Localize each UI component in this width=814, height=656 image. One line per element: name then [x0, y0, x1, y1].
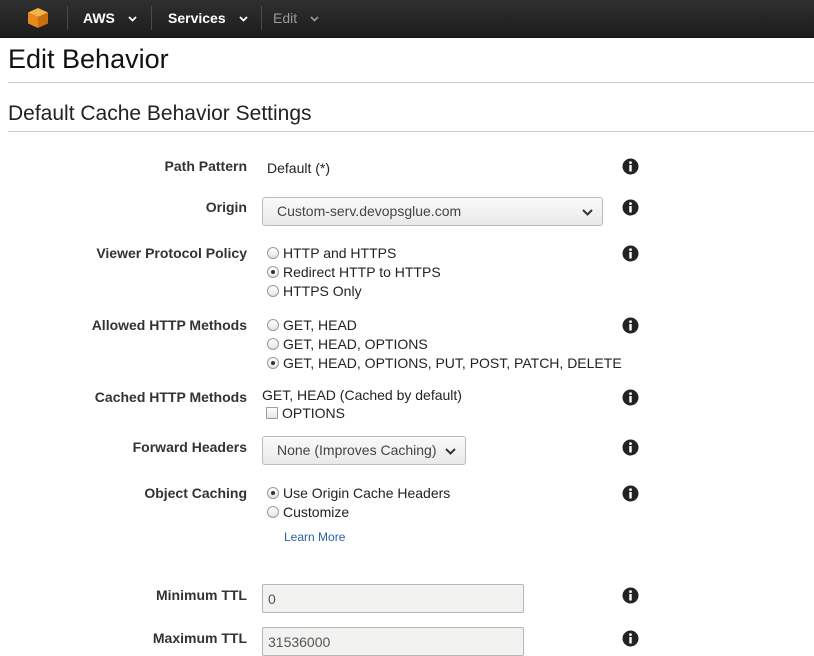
checkbox[interactable]: [266, 407, 278, 419]
radio-button[interactable]: [267, 338, 279, 350]
info-icon[interactable]: [622, 199, 639, 216]
top-nav-bar: AWS Services Edit: [0, 0, 814, 38]
allowed-methods-option-all[interactable]: GET, HEAD, OPTIONS, PUT, POST, PATCH, DE…: [267, 355, 622, 371]
nav-aws-menu[interactable]: AWS: [83, 0, 137, 37]
object-caching-option-customize[interactable]: Customize: [267, 504, 349, 520]
cached-http-methods-label: Cached HTTP Methods: [94, 389, 247, 405]
radio-button-selected[interactable]: [267, 487, 279, 499]
radio-button[interactable]: [267, 506, 279, 518]
chevron-down-icon: [582, 209, 593, 216]
forward-headers-selected-value: None (Improves Caching): [277, 442, 437, 458]
nav-aws-label: AWS: [83, 10, 115, 26]
viewer-protocol-option-redirect[interactable]: Redirect HTTP to HTTPS: [267, 264, 441, 280]
radio-button[interactable]: [267, 285, 279, 297]
aws-cube-icon[interactable]: [27, 7, 49, 29]
forward-headers-select[interactable]: None (Improves Caching): [262, 436, 466, 465]
minimum-ttl-input[interactable]: [262, 584, 524, 613]
option-label: HTTP and HTTPS: [283, 245, 397, 261]
nav-edit-menu[interactable]: Edit: [273, 0, 319, 37]
option-label: GET, HEAD, OPTIONS: [283, 336, 428, 352]
origin-selected-value: Custom-serv.devopsglue.com: [277, 203, 462, 219]
viewer-protocol-option-https-only[interactable]: HTTPS Only: [267, 283, 362, 299]
option-label: GET, HEAD: [283, 317, 357, 333]
chevron-down-icon: [238, 16, 248, 23]
info-icon[interactable]: [622, 630, 639, 647]
nav-divider: [151, 6, 152, 30]
origin-select[interactable]: Custom-serv.devopsglue.com: [262, 197, 603, 226]
object-caching-label: Object Caching: [144, 485, 247, 501]
chevron-down-icon: [445, 448, 456, 455]
option-label: Use Origin Cache Headers: [283, 485, 451, 501]
section-divider: [8, 131, 814, 132]
allowed-methods-option-get-head[interactable]: GET, HEAD: [267, 317, 357, 333]
viewer-protocol-option-http-https[interactable]: HTTP and HTTPS: [267, 245, 396, 261]
path-pattern-label: Path Pattern: [164, 158, 247, 174]
radio-button[interactable]: [267, 319, 279, 331]
chevron-down-icon: [128, 16, 137, 23]
option-label: HTTPS Only: [283, 283, 362, 299]
title-divider: [8, 82, 814, 83]
option-label: Redirect HTTP to HTTPS: [283, 264, 441, 280]
section-title: Default Cache Behavior Settings: [8, 102, 312, 125]
radio-button[interactable]: [267, 247, 279, 259]
learn-more-link[interactable]: Learn More: [284, 530, 345, 544]
cached-methods-options-checkbox[interactable]: OPTIONS: [266, 405, 345, 421]
origin-label: Origin: [205, 199, 247, 215]
info-icon[interactable]: [622, 317, 639, 334]
radio-button-selected[interactable]: [267, 357, 279, 369]
viewer-protocol-policy-label: Viewer Protocol Policy: [96, 245, 247, 261]
allowed-http-methods-label: Allowed HTTP Methods: [91, 317, 247, 333]
path-pattern-value: Default (*): [267, 160, 331, 176]
info-icon[interactable]: [622, 389, 639, 406]
minimum-ttl-label: Minimum TTL: [156, 587, 247, 603]
info-icon[interactable]: [622, 245, 639, 262]
info-icon[interactable]: [622, 587, 639, 604]
page-title: Edit Behavior: [8, 44, 169, 74]
nav-edit-label: Edit: [273, 10, 298, 26]
cached-methods-note: GET, HEAD (Cached by default): [262, 387, 462, 403]
nav-services-label: Services: [168, 10, 226, 26]
object-caching-option-origin-headers[interactable]: Use Origin Cache Headers: [267, 485, 450, 501]
maximum-ttl-label: Maximum TTL: [152, 630, 247, 646]
option-label: Customize: [283, 504, 350, 520]
info-icon[interactable]: [622, 439, 639, 456]
checkbox-label: OPTIONS: [282, 405, 346, 421]
info-icon[interactable]: [622, 158, 639, 175]
radio-button-selected[interactable]: [267, 266, 279, 278]
option-label: GET, HEAD, OPTIONS, PUT, POST, PATCH, DE…: [283, 355, 622, 371]
chevron-down-icon: [310, 16, 319, 22]
nav-services-menu[interactable]: Services: [168, 0, 248, 37]
nav-divider: [67, 6, 68, 30]
info-icon[interactable]: [622, 485, 639, 502]
forward-headers-label: Forward Headers: [132, 439, 247, 455]
maximum-ttl-input[interactable]: [262, 627, 524, 656]
allowed-methods-option-get-head-options[interactable]: GET, HEAD, OPTIONS: [267, 336, 428, 352]
nav-divider: [261, 6, 262, 30]
